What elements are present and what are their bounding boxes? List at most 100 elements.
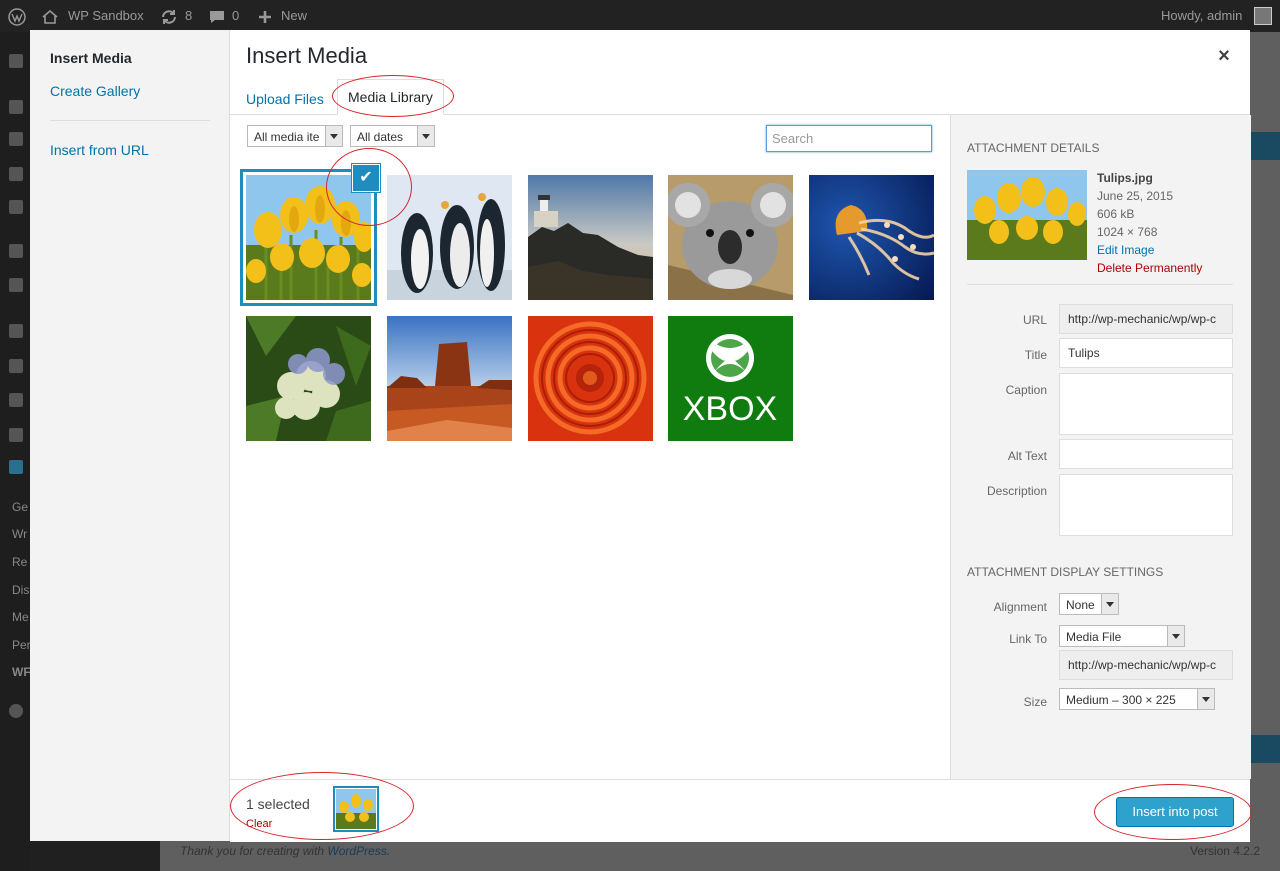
attachment-jellyfish[interactable] [809, 175, 934, 300]
media-modal: Insert Media Create Gallery Insert from … [30, 30, 1251, 842]
selected-thumbnail[interactable] [336, 789, 376, 829]
menu-separator [50, 120, 210, 121]
new-content-link[interactable]: New [281, 0, 307, 32]
attachment-chrysanthemum[interactable] [528, 316, 653, 441]
link-to-select[interactable]: Media File [1059, 625, 1185, 647]
tab-media-library[interactable]: Media Library [337, 79, 444, 115]
attachment-desert[interactable] [387, 316, 512, 441]
footer-thanks: Thank you for creating with WordPress. [180, 844, 391, 858]
alignment-label: Alignment [993, 600, 1047, 614]
media-router: Upload Files Media Library [230, 78, 1250, 115]
chevron-down-icon [1101, 594, 1118, 614]
edit-image-link[interactable]: Edit Image [1097, 243, 1154, 257]
chevron-down-icon [325, 126, 342, 146]
size-label: Size [1023, 695, 1047, 709]
footer-version: Version 4.2.2 [1189, 844, 1260, 858]
attachment-filesize: 606 kB [1097, 207, 1135, 221]
attachment-penguins[interactable] [387, 175, 512, 300]
chevron-down-icon [1167, 626, 1184, 646]
search-input[interactable] [766, 125, 932, 152]
caption-label: Caption [1005, 383, 1047, 397]
avatar[interactable] [1254, 7, 1272, 25]
title-field[interactable]: Tulips [1059, 338, 1233, 368]
alt-text-label: Alt Text [1007, 449, 1047, 463]
updates-icon[interactable] [160, 0, 178, 32]
attachment-details-sidebar: ATTACHMENT DETAILS Tulips.jpg June 25, 2… [950, 115, 1251, 779]
size-select[interactable]: Medium – 300 × 225 [1059, 688, 1215, 710]
admin-menu: Ge Wr Re Dis Me Per WF [0, 32, 31, 871]
woocommerce-icon[interactable] [9, 244, 23, 258]
howdy-account-link[interactable]: Howdy, admin [1161, 0, 1242, 32]
background-button [1250, 735, 1280, 763]
link-to-label: Link To [1009, 632, 1047, 646]
close-icon[interactable]: × [1212, 44, 1236, 68]
menu-item-create-gallery[interactable]: Create Gallery [50, 83, 140, 99]
attachment-hydrangeas[interactable] [246, 316, 371, 441]
users-icon[interactable] [9, 393, 23, 407]
title-label: Title [1024, 348, 1047, 362]
home-icon[interactable] [42, 0, 58, 32]
description-field[interactable] [1059, 474, 1233, 536]
admin-menu-fragment[interactable]: Dis [12, 583, 29, 597]
wordpress-logo-icon[interactable] [8, 0, 26, 32]
updates-count[interactable]: 8 [185, 0, 192, 32]
selection-count: 1 selected [246, 796, 310, 812]
details-divider [967, 284, 1233, 285]
pages-icon[interactable] [9, 167, 23, 181]
attachments-toolbar: All media ite All dates [230, 115, 950, 155]
admin-bar: WP Sandbox 8 0 New Howdy, admin [0, 0, 1280, 32]
date-filter[interactable]: All dates [350, 125, 435, 147]
site-name-link[interactable]: WP Sandbox [68, 0, 144, 32]
tab-upload-files[interactable]: Upload Files [246, 88, 324, 114]
settings-icon[interactable] [9, 460, 23, 474]
chevron-down-icon [417, 126, 434, 146]
alt-text-field[interactable] [1059, 439, 1233, 469]
display-settings-heading: ATTACHMENT DISPLAY SETTINGS [967, 565, 1164, 579]
attachment-details-heading: ATTACHMENT DETAILS [967, 141, 1100, 155]
comments-icon[interactable] [209, 0, 225, 32]
chevron-down-icon [1197, 689, 1214, 709]
alignment-select[interactable]: None [1059, 593, 1119, 615]
admin-menu-fragment[interactable]: Ge [12, 500, 28, 514]
admin-menu-fragment[interactable]: Re [12, 555, 27, 569]
attachment-filename: Tulips.jpg [1097, 171, 1153, 185]
media-toolbar: 1 selected Clear Insert into post [230, 779, 1250, 842]
xbox-logo-text: XBOX [683, 390, 777, 428]
products-icon[interactable] [9, 278, 23, 292]
attachment-koala[interactable] [668, 175, 793, 300]
plugins-icon[interactable] [9, 324, 23, 338]
insert-into-post-button[interactable]: Insert into post [1116, 797, 1234, 827]
comments-menu-icon[interactable] [9, 200, 23, 214]
admin-menu-fragment[interactable]: Me [12, 610, 29, 624]
checkmark-icon[interactable]: ✔ [353, 165, 379, 191]
admin-menu-fragment[interactable]: Per [12, 638, 31, 652]
url-field[interactable]: http://wp-mechanic/wp/wp-c [1059, 304, 1233, 334]
frame-title: Insert Media [246, 43, 368, 68]
appearance-icon[interactable] [9, 359, 23, 373]
admin-menu-fragment[interactable]: Wr [12, 527, 27, 541]
media-menu: Insert Media Create Gallery Insert from … [30, 30, 230, 841]
dashboard-icon[interactable] [9, 54, 23, 68]
attachment-dimensions: 1024 × 768 [1097, 225, 1158, 239]
description-label: Description [986, 484, 1047, 498]
clear-selection-link[interactable]: Clear [246, 818, 272, 830]
menu-item-insert-media[interactable]: Insert Media [50, 50, 132, 66]
attachment-tulips[interactable] [246, 175, 371, 300]
delete-permanently-link[interactable]: Delete Permanently [1097, 261, 1202, 275]
url-label: URL [1022, 313, 1047, 327]
menu-item-insert-from-url[interactable]: Insert from URL [50, 142, 149, 158]
media-type-filter[interactable]: All media ite [247, 125, 343, 147]
media-icon[interactable] [9, 132, 23, 146]
tools-icon[interactable] [9, 428, 23, 442]
link-url-field[interactable]: http://wp-mechanic/wp/wp-c [1059, 650, 1233, 680]
attachment-xbox[interactable]: XBOX [668, 316, 793, 441]
admin-menu-fragment[interactable]: WF [12, 665, 31, 679]
plus-icon[interactable] [258, 0, 272, 32]
wordpress-link[interactable]: WordPress [327, 844, 386, 858]
posts-icon[interactable] [9, 100, 23, 114]
caption-field[interactable] [1059, 373, 1233, 435]
attachment-lighthouse[interactable] [528, 175, 653, 300]
background-button [1250, 132, 1280, 160]
collapse-menu-icon[interactable] [9, 704, 23, 718]
comments-count[interactable]: 0 [232, 0, 239, 32]
